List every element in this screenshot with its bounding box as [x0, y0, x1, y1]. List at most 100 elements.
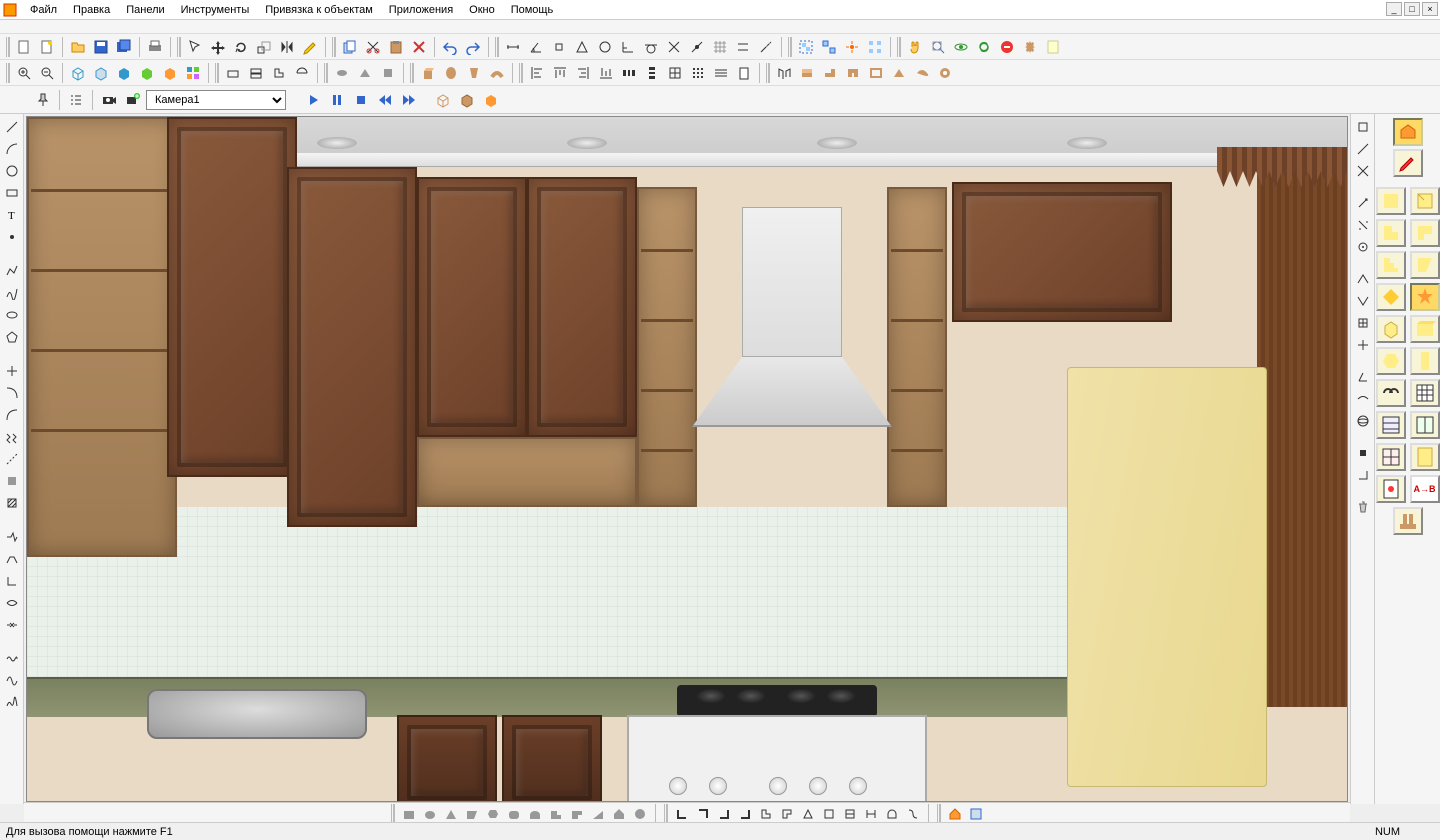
- menu-tools[interactable]: Инструменты: [173, 2, 258, 18]
- camera-add-icon[interactable]: [122, 89, 144, 111]
- view-multi-icon[interactable]: [182, 62, 204, 84]
- pause-icon[interactable]: [326, 89, 348, 111]
- spline-icon[interactable]: [3, 284, 21, 302]
- profile-e[interactable]: [757, 805, 775, 823]
- text-icon[interactable]: T: [3, 206, 21, 224]
- anchor-6-icon[interactable]: [1354, 238, 1372, 256]
- panel-table-b[interactable]: [1376, 411, 1406, 439]
- align-top-icon[interactable]: [549, 62, 571, 84]
- home-icon[interactable]: [946, 805, 964, 823]
- grip-icon[interactable]: [391, 804, 395, 824]
- menu-panels[interactable]: Панели: [118, 2, 172, 18]
- profile-a[interactable]: [673, 805, 691, 823]
- copy-icon[interactable]: [339, 36, 361, 58]
- extrude-icon[interactable]: [417, 62, 439, 84]
- catalog-mode-a[interactable]: [1393, 118, 1423, 146]
- fill-icon[interactable]: [3, 472, 21, 490]
- mirror-icon[interactable]: [276, 36, 298, 58]
- loft-icon[interactable]: [463, 62, 485, 84]
- snap-center-icon[interactable]: [594, 36, 616, 58]
- anchor-1-icon[interactable]: [1354, 118, 1372, 136]
- shape-k[interactable]: [610, 805, 628, 823]
- curve-b-icon[interactable]: [3, 406, 21, 424]
- stop-icon[interactable]: [996, 36, 1018, 58]
- path-a-icon[interactable]: [3, 528, 21, 546]
- polygon-icon[interactable]: [3, 328, 21, 346]
- maximize-button[interactable]: □: [1404, 2, 1420, 16]
- grip-icon[interactable]: [788, 37, 792, 57]
- snap-mid-icon[interactable]: [571, 36, 593, 58]
- anchor-14-icon[interactable]: [1354, 466, 1372, 484]
- anchor-3-icon[interactable]: [1354, 162, 1372, 180]
- cube-solid-icon[interactable]: [456, 89, 478, 111]
- shape-a[interactable]: [400, 805, 418, 823]
- dimension-icon[interactable]: [502, 36, 524, 58]
- cut-icon[interactable]: [362, 36, 384, 58]
- print-icon[interactable]: [144, 36, 166, 58]
- profile-h[interactable]: [820, 805, 838, 823]
- cube-shaded-icon[interactable]: [480, 89, 502, 111]
- pin-icon[interactable]: [32, 89, 54, 111]
- explode-icon[interactable]: [841, 36, 863, 58]
- view-hidden-icon[interactable]: [90, 62, 112, 84]
- anchor-5-icon[interactable]: [1354, 216, 1372, 234]
- panel-link[interactable]: [1376, 379, 1406, 407]
- view-shaded-icon[interactable]: [113, 62, 135, 84]
- panel-shape-tall[interactable]: [1410, 347, 1440, 375]
- curve-a-icon[interactable]: [3, 384, 21, 402]
- path-d-icon[interactable]: [3, 594, 21, 612]
- shape-l[interactable]: [631, 805, 649, 823]
- grip-icon[interactable]: [332, 37, 336, 57]
- save-all-icon[interactable]: [113, 36, 135, 58]
- hatch-icon[interactable]: [3, 494, 21, 512]
- zoom-out-icon[interactable]: [36, 62, 58, 84]
- distribute-h-icon[interactable]: [618, 62, 640, 84]
- new-file-icon[interactable]: [13, 36, 35, 58]
- catalog-edit[interactable]: [1393, 149, 1423, 177]
- profile-c[interactable]: [715, 805, 733, 823]
- angle-dim-icon[interactable]: [525, 36, 547, 58]
- orbit-icon[interactable]: [950, 36, 972, 58]
- edit-icon[interactable]: [299, 36, 321, 58]
- camera-select[interactable]: Камера1: [146, 90, 286, 110]
- rotate-icon[interactable]: [230, 36, 252, 58]
- panel-shape-square[interactable]: [1376, 187, 1406, 215]
- snap-perp-icon[interactable]: [617, 36, 639, 58]
- grip-icon[interactable]: [177, 37, 181, 57]
- anchor-2-icon[interactable]: [1354, 140, 1372, 158]
- undo-icon[interactable]: [439, 36, 461, 58]
- zoom-in-icon[interactable]: [13, 62, 35, 84]
- profile-b[interactable]: [694, 805, 712, 823]
- layer-c-icon[interactable]: [268, 62, 290, 84]
- anchor-9-icon[interactable]: [1354, 314, 1372, 332]
- paste-icon[interactable]: [385, 36, 407, 58]
- grip-icon[interactable]: [215, 63, 219, 83]
- layer-d-icon[interactable]: [291, 62, 313, 84]
- shape-d[interactable]: [463, 805, 481, 823]
- shape-j[interactable]: [589, 805, 607, 823]
- layer-b-icon[interactable]: [245, 62, 267, 84]
- grip-icon[interactable]: [664, 804, 668, 824]
- panel-table-d[interactable]: [1376, 443, 1406, 471]
- anchor-8-icon[interactable]: [1354, 292, 1372, 310]
- scale-icon[interactable]: [253, 36, 275, 58]
- layer-a-icon[interactable]: [222, 62, 244, 84]
- grip-icon[interactable]: [766, 63, 770, 83]
- view-wireframe-icon[interactable]: [67, 62, 89, 84]
- profile-l[interactable]: [904, 805, 922, 823]
- save-icon[interactable]: [90, 36, 112, 58]
- hand-icon[interactable]: [904, 36, 926, 58]
- distribute-v-icon[interactable]: [641, 62, 663, 84]
- panel-shape-hex[interactable]: [1376, 347, 1406, 375]
- snap-end-icon[interactable]: [548, 36, 570, 58]
- grip-icon[interactable]: [324, 63, 328, 83]
- zoom-extents-icon[interactable]: [927, 36, 949, 58]
- shape-g[interactable]: [526, 805, 544, 823]
- anchor-11-icon[interactable]: [1354, 368, 1372, 386]
- move-icon[interactable]: [207, 36, 229, 58]
- freehand-icon[interactable]: [3, 694, 21, 712]
- shape-wedge-icon[interactable]: [354, 62, 376, 84]
- group-icon[interactable]: [795, 36, 817, 58]
- help-icon[interactable]: [1042, 36, 1064, 58]
- grip-icon[interactable]: [519, 63, 523, 83]
